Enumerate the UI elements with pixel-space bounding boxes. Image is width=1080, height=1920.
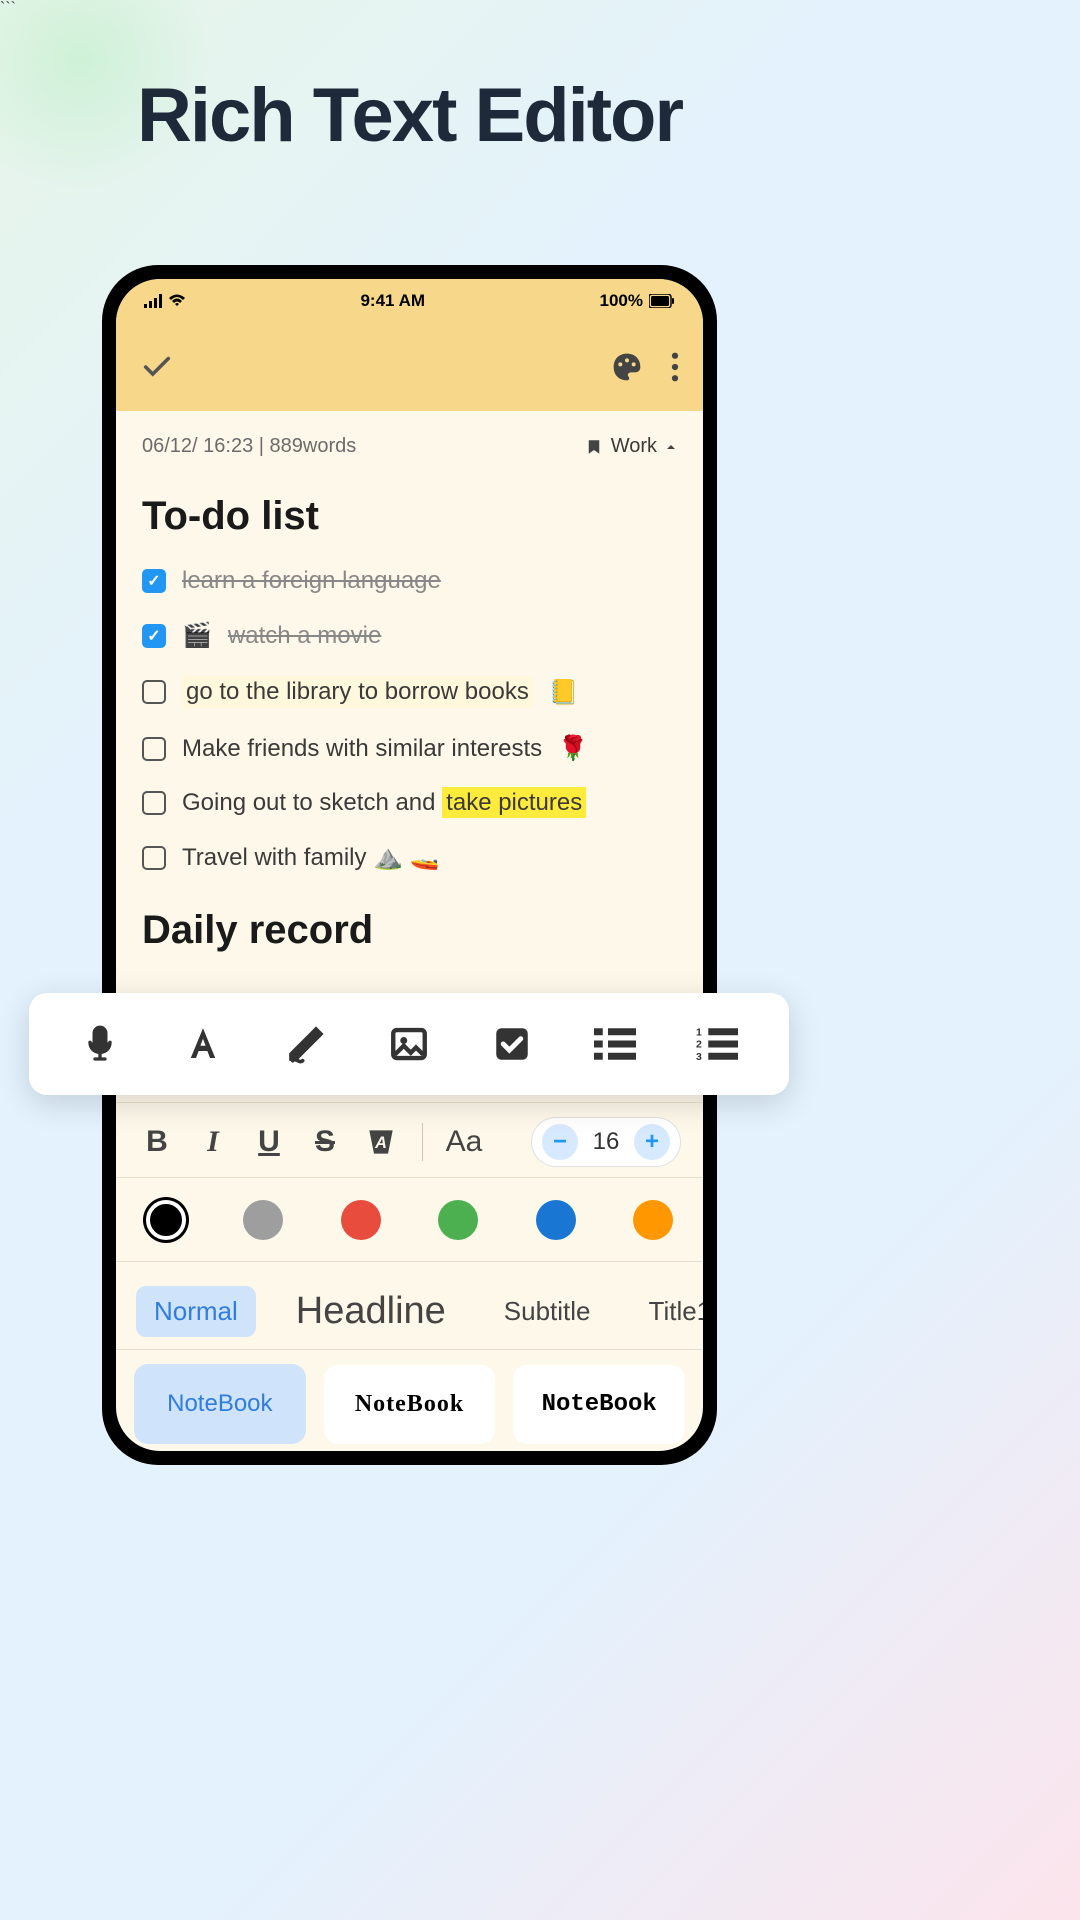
font-option-2[interactable]: NoteBook xyxy=(324,1365,496,1444)
bullet-list-icon[interactable] xyxy=(590,1019,640,1069)
todo-text: Travel with family ⛰️ 🚤 xyxy=(182,843,440,872)
text-format-icon[interactable] xyxy=(178,1019,228,1069)
style-headline[interactable]: Headline xyxy=(278,1280,464,1343)
color-black[interactable] xyxy=(146,1200,186,1240)
divider xyxy=(422,1123,423,1161)
mic-icon[interactable] xyxy=(75,1019,125,1069)
chevron-up-icon xyxy=(665,441,677,453)
todo-item[interactable]: Make friends with similar interests 🌹 xyxy=(142,734,677,763)
todo-text: Going out to sketch and xyxy=(182,789,442,816)
style-title1[interactable]: Title1 xyxy=(631,1286,703,1337)
category-selector[interactable]: Work xyxy=(585,435,677,458)
section-title[interactable]: Daily record xyxy=(142,908,677,953)
bold-button[interactable]: B xyxy=(138,1125,176,1159)
checkbox[interactable] xyxy=(142,624,166,648)
status-bar: 9:41 AM 100% xyxy=(116,279,703,323)
font-option-1[interactable]: NoteBook xyxy=(134,1364,306,1444)
image-icon[interactable] xyxy=(384,1019,434,1069)
color-green[interactable] xyxy=(438,1200,478,1240)
color-gray[interactable] xyxy=(243,1200,283,1240)
italic-button[interactable]: I xyxy=(194,1125,232,1159)
signal-icon xyxy=(144,294,162,308)
draw-icon[interactable] xyxy=(281,1019,331,1069)
todo-text: go to the library to borrow books xyxy=(182,676,533,708)
text-case-button[interactable]: Aa xyxy=(445,1125,483,1159)
note-title[interactable]: To-do list xyxy=(142,494,677,539)
color-picker xyxy=(116,1177,703,1262)
note-meta: 06/12/ 16:23 | 889words xyxy=(142,435,356,458)
style-subtitle[interactable]: Subtitle xyxy=(486,1286,609,1337)
decrease-size-button[interactable]: − xyxy=(542,1124,578,1160)
checkbox[interactable] xyxy=(142,737,166,761)
style-normal[interactable]: Normal xyxy=(136,1286,256,1337)
strikethrough-button[interactable]: S xyxy=(306,1125,344,1159)
color-orange[interactable] xyxy=(633,1200,673,1240)
text-style-picker: Normal Headline Subtitle Title1 xyxy=(116,1261,703,1361)
more-icon[interactable] xyxy=(671,352,679,382)
battery-icon xyxy=(649,294,675,308)
todo-item[interactable]: learn a foreign language xyxy=(142,567,677,595)
todo-text: Make friends with similar interests xyxy=(182,735,542,763)
format-bar: B I U S A Aa − 16 + xyxy=(116,1102,703,1181)
hero-title: Rich Text Editor xyxy=(0,72,819,159)
underline-button[interactable]: U xyxy=(250,1125,288,1159)
todo-emoji: 🌹 xyxy=(558,734,588,763)
font-size-value: 16 xyxy=(590,1128,622,1156)
todo-emoji: 📒 xyxy=(549,678,579,707)
font-option-3[interactable]: NoteBook xyxy=(513,1365,685,1444)
checkbox[interactable] xyxy=(142,569,166,593)
font-size-control: − 16 + xyxy=(531,1117,681,1167)
checkbox[interactable] xyxy=(142,791,166,815)
svg-text:A: A xyxy=(374,1134,387,1152)
checkbox[interactable] xyxy=(142,846,166,870)
checkbox[interactable] xyxy=(142,680,166,704)
svg-text:2: 2 xyxy=(696,1039,702,1051)
todo-item[interactable]: go to the library to borrow books 📒 xyxy=(142,676,677,708)
font-picker: NoteBook NoteBook NoteBook xyxy=(116,1349,703,1451)
phone-screen: 9:41 AM 100% 06/1 xyxy=(116,279,703,1451)
wifi-icon xyxy=(168,294,186,308)
bookmark-icon xyxy=(585,438,603,456)
text-bg-button[interactable]: A xyxy=(362,1128,400,1156)
increase-size-button[interactable]: + xyxy=(634,1124,670,1160)
color-blue[interactable] xyxy=(536,1200,576,1240)
app-bar xyxy=(116,323,703,411)
todo-text-highlight: take pictures xyxy=(442,787,586,818)
battery-percent: 100% xyxy=(600,291,643,311)
numbered-list-icon[interactable]: 123 xyxy=(692,1019,742,1069)
svg-text:1: 1 xyxy=(696,1026,702,1038)
phone-frame: 9:41 AM 100% 06/1 xyxy=(102,265,717,1465)
todo-item[interactable]: Going out to sketch and take pictures xyxy=(142,789,677,817)
checkbox-icon[interactable] xyxy=(487,1019,537,1069)
todo-item[interactable]: Travel with family ⛰️ 🚤 xyxy=(142,843,677,872)
status-time: 9:41 AM xyxy=(360,291,425,311)
todo-text: learn a foreign language xyxy=(182,567,441,595)
palette-icon[interactable] xyxy=(611,351,643,383)
confirm-icon[interactable] xyxy=(140,350,174,384)
todo-item[interactable]: 🎬 watch a movie xyxy=(142,621,677,650)
svg-text:3: 3 xyxy=(696,1051,702,1063)
todo-emoji: 🎬 xyxy=(182,621,212,650)
todo-text: watch a movie xyxy=(228,622,381,650)
category-label: Work xyxy=(611,435,657,458)
editor-toolbar: 123 xyxy=(29,993,789,1095)
color-red[interactable] xyxy=(341,1200,381,1240)
